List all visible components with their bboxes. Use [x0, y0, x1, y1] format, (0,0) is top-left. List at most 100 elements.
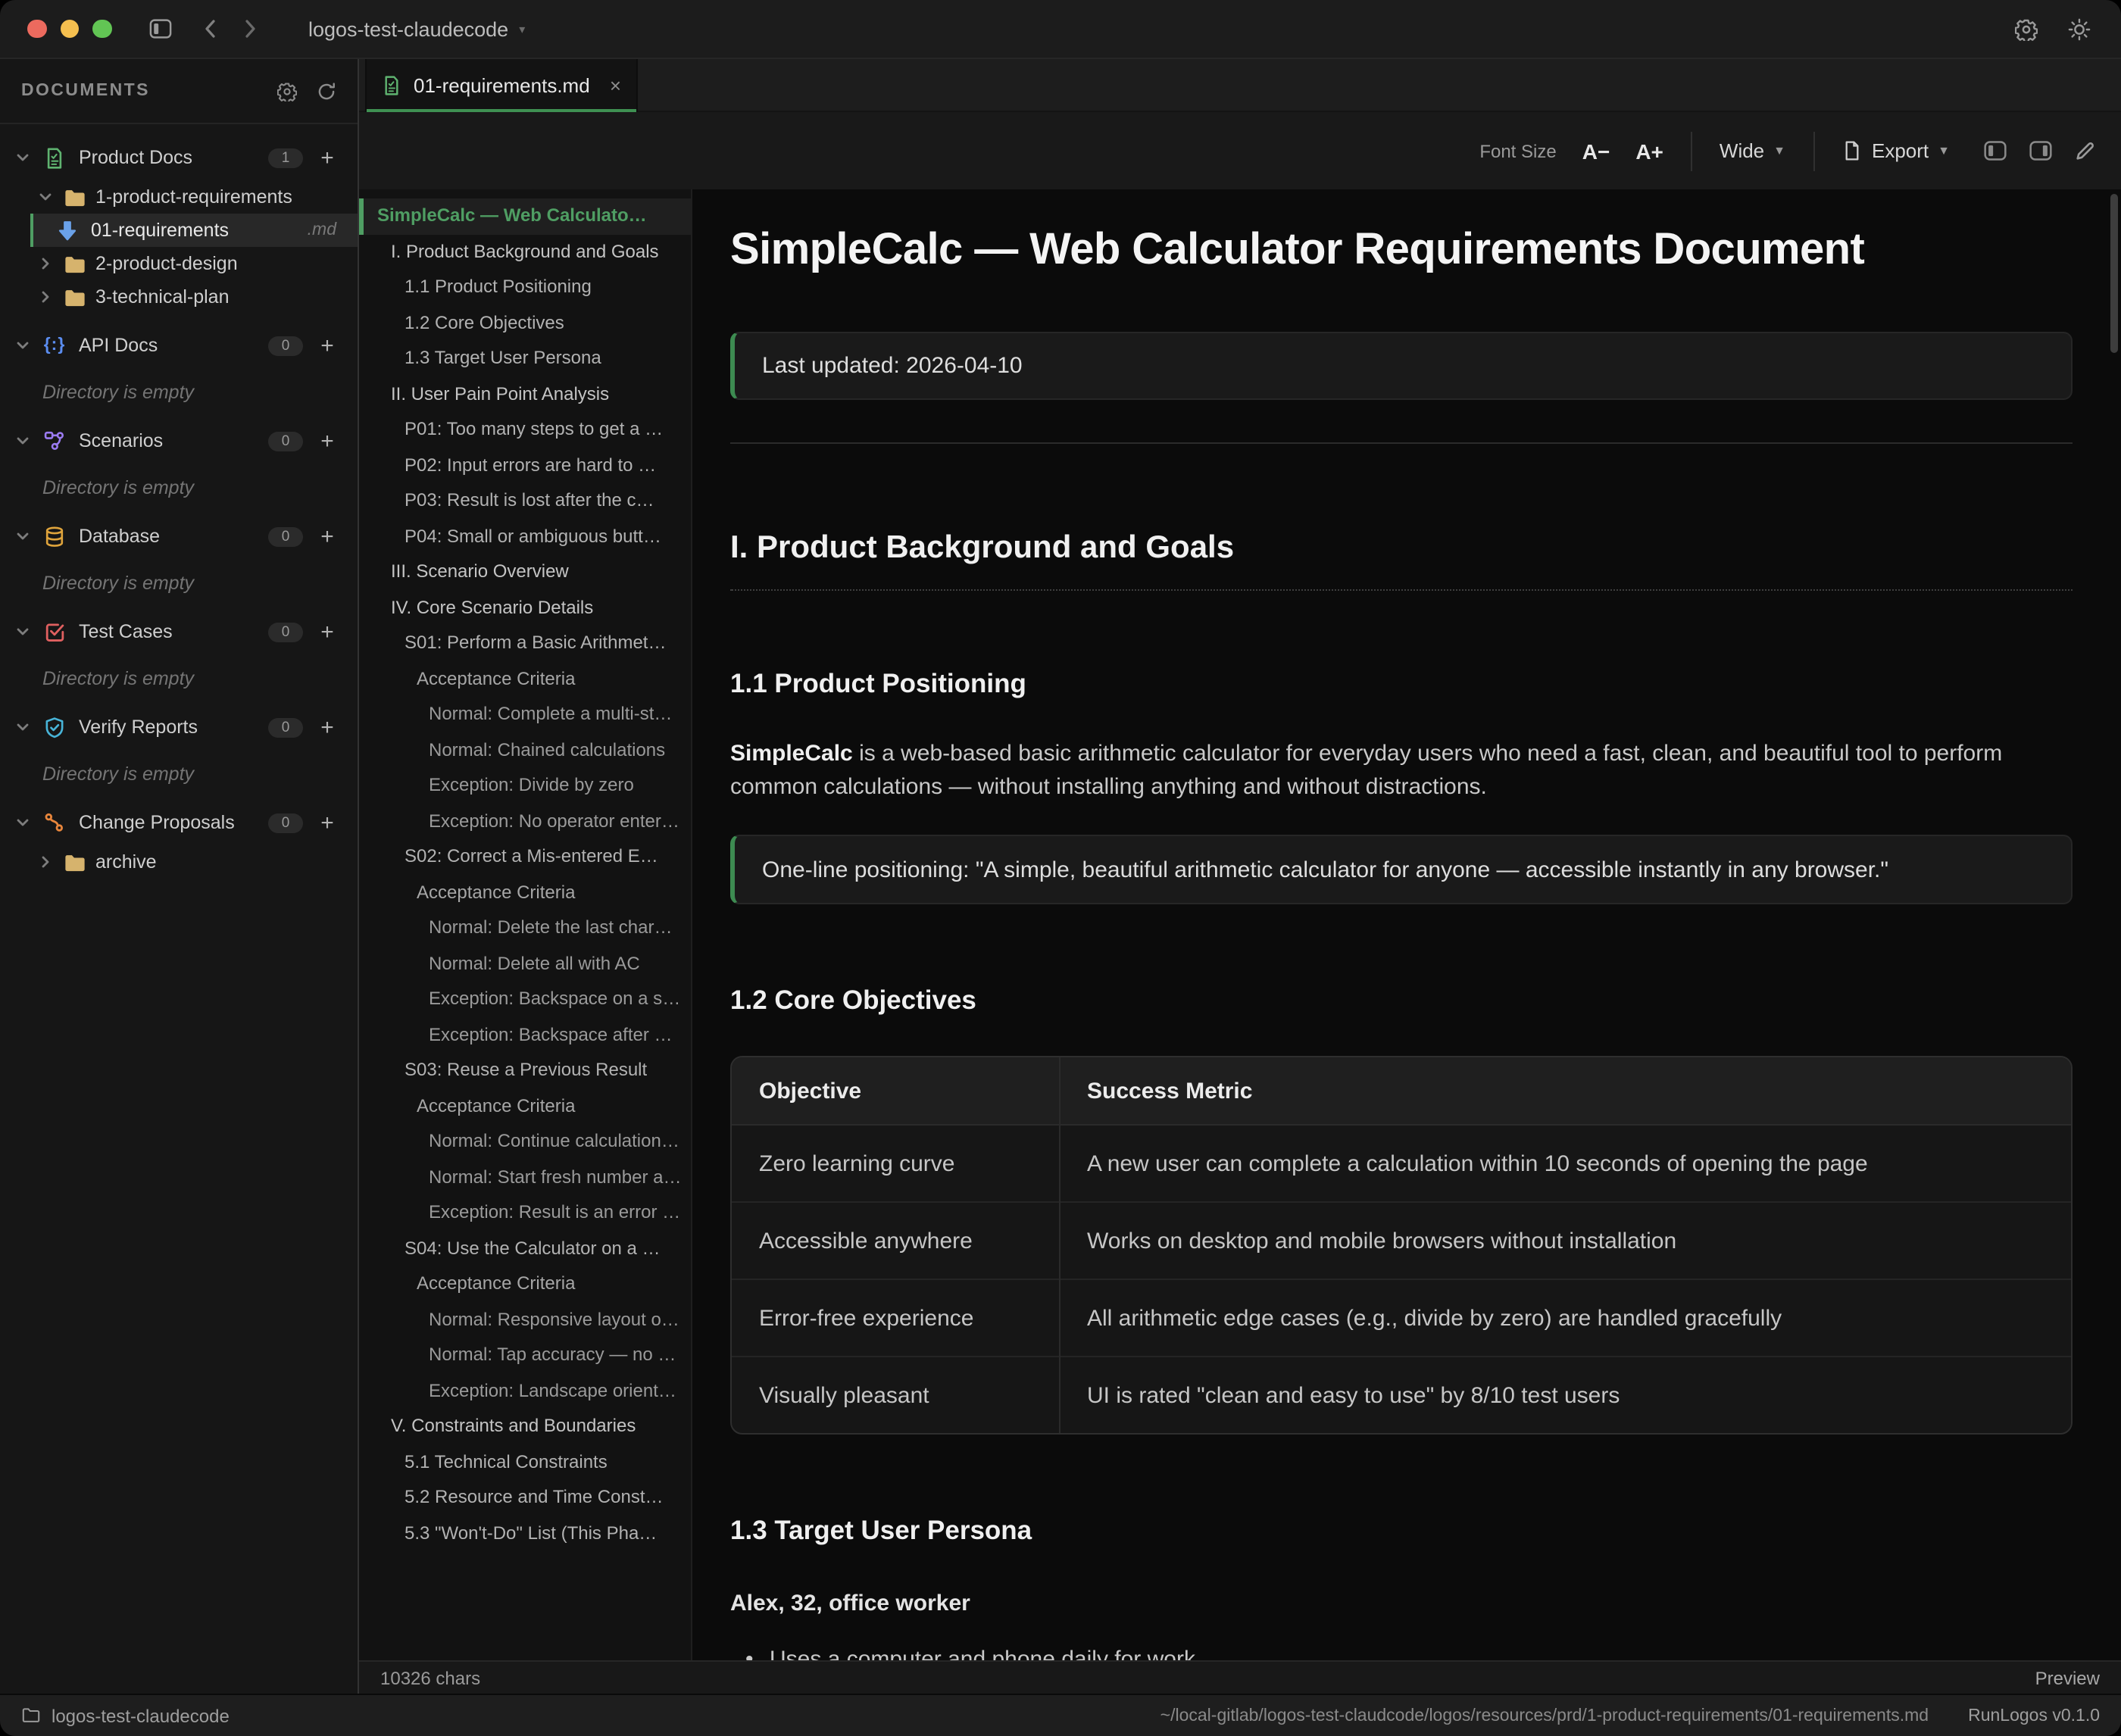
tab-close-icon[interactable]: ×: [610, 74, 621, 97]
chevron-down-icon[interactable]: [38, 189, 56, 205]
toc-item[interactable]: S04: Use the Calculator on a …: [359, 1231, 691, 1266]
back-button[interactable]: [202, 18, 216, 39]
chevron-down-icon[interactable]: [15, 720, 33, 735]
toc-item[interactable]: P04: Small or ambiguous butt…: [359, 519, 691, 554]
toc-item[interactable]: V. Constraints and Boundaries: [359, 1409, 691, 1444]
scrollbar-thumb[interactable]: [2110, 194, 2118, 353]
sidebar-toggle-icon[interactable]: [148, 18, 172, 39]
add-button[interactable]: +: [318, 716, 336, 738]
chevron-down-icon: ▼: [1938, 144, 1950, 158]
chevron-down-icon[interactable]: [15, 150, 33, 165]
toc-item[interactable]: Normal: Complete a multi-st…: [359, 697, 691, 732]
settings-gear-icon[interactable]: [2015, 17, 2038, 40]
toc-item[interactable]: Normal: Start fresh number a…: [359, 1160, 691, 1195]
toc-item[interactable]: P03: Result is lost after the c…: [359, 483, 691, 519]
toc-item[interactable]: Normal: Delete the last chara…: [359, 910, 691, 946]
toolbar: Font Size A− A+ Wide ▼ Export ▼: [359, 112, 2121, 189]
toc-item[interactable]: Acceptance Criteria: [359, 1266, 691, 1302]
tree-folder-2-product-design[interactable]: 2-product-design: [0, 247, 358, 280]
sidebar-section-product-docs[interactable]: Product Docs1+: [0, 141, 358, 174]
toc-item[interactable]: Acceptance Criteria: [359, 661, 691, 697]
toc-item[interactable]: 5.1 Technical Constraints: [359, 1444, 691, 1480]
add-button[interactable]: +: [318, 334, 336, 357]
tab-01-requirements[interactable]: 01-requirements.md ×: [365, 59, 638, 112]
toc-item[interactable]: IV. Core Scenario Details: [359, 590, 691, 626]
toc-item[interactable]: Normal: Delete all with AC: [359, 946, 691, 982]
tree-file-01-requirements[interactable]: 01-requirements.md: [30, 214, 358, 247]
database-icon: [42, 525, 67, 548]
close-button[interactable]: [27, 20, 46, 39]
minimize-button[interactable]: [60, 20, 79, 39]
toc-item[interactable]: Normal: Responsive layout o…: [359, 1302, 691, 1338]
toc-item[interactable]: P01: Too many steps to get a …: [359, 412, 691, 448]
toc-item[interactable]: II. User Pain Point Analysis: [359, 376, 691, 412]
toc-item[interactable]: Exception: No operator enter…: [359, 804, 691, 839]
chevron-down-icon[interactable]: [15, 433, 33, 448]
window-title[interactable]: logos-test-claudecode ▾: [308, 17, 525, 40]
sidebar-section-database[interactable]: Database0+: [0, 520, 358, 553]
chevron-right-icon[interactable]: [38, 854, 56, 870]
toc-item[interactable]: 5.3 "Won't-Do" List (This Pha…: [359, 1516, 691, 1551]
toc-item[interactable]: SimpleCalc — Web Calculato…: [359, 198, 691, 234]
toc-item[interactable]: S01: Perform a Basic Arithmet…: [359, 626, 691, 661]
right-panel-toggle-icon[interactable]: [2029, 139, 2053, 162]
toc-item[interactable]: 5.2 Resource and Time Const…: [359, 1480, 691, 1516]
route-icon: [42, 812, 67, 833]
add-button[interactable]: +: [318, 525, 336, 548]
add-button[interactable]: +: [318, 620, 336, 643]
refresh-icon[interactable]: [317, 81, 336, 101]
sidebar-section-verify-reports[interactable]: Verify Reports0+: [0, 710, 358, 744]
table-header: Success Metric: [1059, 1057, 2071, 1125]
edit-pencil-icon[interactable]: [2074, 139, 2097, 162]
gear-icon[interactable]: [277, 81, 297, 101]
chevron-down-icon[interactable]: [15, 624, 33, 639]
sidebar-section-change-proposals[interactable]: Change Proposals0+: [0, 806, 358, 839]
table-cell: UI is rated "clean and easy to use" by 8…: [1059, 1357, 2071, 1433]
chevron-down-icon[interactable]: [15, 529, 33, 544]
theme-sun-icon[interactable]: [2068, 17, 2091, 40]
toc-item[interactable]: 1.3 Target User Persona: [359, 341, 691, 376]
chevron-down-icon[interactable]: [15, 815, 33, 830]
add-button[interactable]: +: [318, 146, 336, 169]
toc-item[interactable]: Exception: Backspace after =…: [359, 1017, 691, 1053]
toc-item[interactable]: Acceptance Criteria: [359, 875, 691, 910]
sidebar-section-scenarios[interactable]: Scenarios0+: [0, 424, 358, 457]
toc-item[interactable]: III. Scenario Overview: [359, 554, 691, 590]
window-title-text: logos-test-claudecode: [308, 17, 508, 40]
add-button[interactable]: +: [318, 429, 336, 452]
toc-item[interactable]: Exception: Divide by zero: [359, 768, 691, 804]
toc-item[interactable]: Normal: Continue calculation…: [359, 1124, 691, 1160]
positioning-blockquote: One-line positioning: "A simple, beautif…: [730, 835, 2073, 904]
chevron-right-icon[interactable]: [38, 256, 56, 271]
chevron-down-icon[interactable]: [15, 338, 33, 353]
left-panel-toggle-icon[interactable]: [1983, 139, 2007, 162]
toc-item[interactable]: 1.1 Product Positioning: [359, 270, 691, 305]
tree-folder-archive[interactable]: archive: [0, 845, 358, 879]
font-increase-button[interactable]: A+: [1635, 139, 1663, 163]
toc-item[interactable]: Normal: Tap accuracy — no a…: [359, 1338, 691, 1373]
zoom-button[interactable]: [92, 20, 111, 39]
font-decrease-button[interactable]: A−: [1582, 139, 1610, 163]
add-button[interactable]: +: [318, 811, 336, 834]
folder-icon: [64, 287, 86, 307]
toc-item[interactable]: P02: Input errors are hard to …: [359, 448, 691, 483]
toc-item[interactable]: S03: Reuse a Previous Result: [359, 1053, 691, 1088]
toc-item[interactable]: Exception: Landscape orient…: [359, 1373, 691, 1409]
toc-item[interactable]: 1.2 Core Objectives: [359, 305, 691, 341]
toc-item[interactable]: Exception: Result is an error …: [359, 1195, 691, 1231]
toc-item[interactable]: Acceptance Criteria: [359, 1088, 691, 1124]
export-button[interactable]: Export ▼: [1841, 139, 1950, 162]
preview-mode-toggle[interactable]: Preview: [2035, 1667, 2100, 1688]
sidebar-section-api-docs[interactable]: {:}API Docs0+: [0, 329, 358, 362]
chevron-right-icon[interactable]: [38, 289, 56, 304]
sidebar-section-test-cases[interactable]: Test Cases0+: [0, 615, 358, 648]
toc-item[interactable]: I. Product Background and Goals: [359, 234, 691, 270]
width-mode-dropdown[interactable]: Wide ▼: [1720, 139, 1785, 162]
tree-folder-1-product-requirements[interactable]: 1-product-requirements: [0, 180, 358, 214]
toc-item[interactable]: S02: Correct a Mis-entered E…: [359, 839, 691, 875]
section-heading: I. Product Background and Goals: [730, 529, 2073, 568]
tree-folder-3-technical-plan[interactable]: 3-technical-plan: [0, 280, 358, 314]
toc-item[interactable]: Normal: Chained calculations: [359, 732, 691, 768]
forward-button[interactable]: [243, 18, 257, 39]
toc-item[interactable]: Exception: Backspace on a si…: [359, 982, 691, 1017]
